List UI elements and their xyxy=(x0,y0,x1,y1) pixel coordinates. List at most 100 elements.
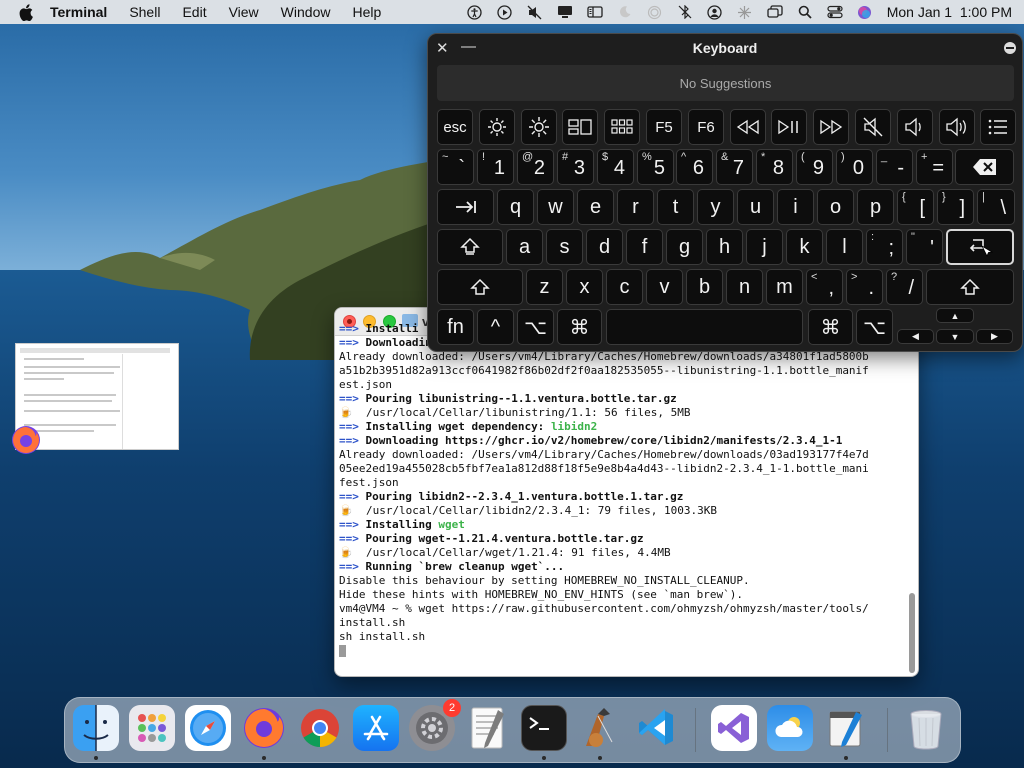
firefox-icon[interactable] xyxy=(241,705,287,751)
tab-key[interactable] xyxy=(437,189,494,225)
key-punct-bottom-1[interactable]: >. xyxy=(846,269,883,305)
mute-key-key[interactable] xyxy=(855,109,891,145)
key-punct-0[interactable]: {[ xyxy=(897,189,934,225)
network-icon[interactable] xyxy=(737,5,753,19)
app-store-icon[interactable] xyxy=(353,705,399,751)
key-r[interactable]: r xyxy=(617,189,654,225)
siri-icon[interactable] xyxy=(857,5,873,19)
delete-key[interactable] xyxy=(955,149,1014,185)
launchpad-icon[interactable] xyxy=(129,705,175,751)
key-d[interactable]: d xyxy=(586,229,623,265)
key-digit-5[interactable]: % 5 xyxy=(637,149,674,185)
key-n[interactable]: n xyxy=(726,269,763,305)
key-punct-2[interactable]: | \ xyxy=(977,189,1015,225)
left-command-key[interactable]: ⌘ xyxy=(557,309,602,345)
key-digit-7[interactable]: & 7 xyxy=(716,149,753,185)
key-digit-8[interactable]: * 8 xyxy=(756,149,793,185)
key-punct-home-1[interactable]: " ' xyxy=(906,229,943,265)
key-j[interactable]: j xyxy=(746,229,783,265)
key-digit-11[interactable]: _ - xyxy=(876,149,913,185)
window-switch-icon[interactable] xyxy=(767,5,783,19)
control-center-icon[interactable] xyxy=(827,5,843,19)
caps-lock-key[interactable] xyxy=(437,229,503,265)
key-h[interactable]: h xyxy=(706,229,743,265)
down-arrow-key[interactable]: ▼ xyxy=(936,329,974,344)
key-punct-bottom-0[interactable]: <, xyxy=(806,269,843,305)
menu-bar-clock[interactable]: Mon Jan 1 1:00 PM xyxy=(887,4,1012,20)
key-g[interactable]: g xyxy=(666,229,703,265)
escape-key[interactable]: esc xyxy=(437,109,473,145)
menu-view[interactable]: View xyxy=(229,4,259,20)
bluetooth-off-icon[interactable] xyxy=(677,5,693,19)
do-not-disturb-icon[interactable] xyxy=(617,5,633,19)
instruments-icon[interactable] xyxy=(577,705,623,751)
right-command-key[interactable]: ⌘ xyxy=(808,309,853,345)
key-v[interactable]: v xyxy=(646,269,683,305)
key-m[interactable]: m xyxy=(766,269,803,305)
apple-menu-icon[interactable] xyxy=(16,2,36,22)
weather-icon[interactable] xyxy=(767,705,813,751)
key-digit-12[interactable]: + = xyxy=(916,149,953,185)
keyboard-options-icon[interactable] xyxy=(1004,42,1016,54)
display-icon[interactable] xyxy=(557,5,573,19)
user-account-icon[interactable] xyxy=(707,4,723,20)
vscode-icon[interactable] xyxy=(633,705,679,751)
left-option-key[interactable]: ⌥ xyxy=(517,309,554,345)
keyboard-titlebar[interactable]: ✕ — Keyboard xyxy=(428,34,1022,62)
system-preferences-icon[interactable]: 2 xyxy=(409,699,461,751)
menu-help[interactable]: Help xyxy=(352,4,381,20)
terminal-scrollbar[interactable] xyxy=(909,593,915,673)
accessibility-icon[interactable] xyxy=(467,4,483,20)
key-q[interactable]: q xyxy=(497,189,534,225)
play-pause-key[interactable] xyxy=(771,109,807,145)
key-k[interactable]: k xyxy=(786,229,823,265)
list-key[interactable] xyxy=(980,109,1016,145)
terminal-icon[interactable] xyxy=(521,705,567,751)
right-option-key[interactable]: ⌥ xyxy=(856,309,893,345)
mission-control-key[interactable] xyxy=(562,109,598,145)
key-x[interactable]: x xyxy=(566,269,603,305)
key-c[interactable]: c xyxy=(606,269,643,305)
key-digit-10[interactable]: ) 0 xyxy=(836,149,873,185)
terminal-output[interactable]: ==> Installi ==> Downloading https://ghc… xyxy=(339,322,904,676)
textedit-icon[interactable] xyxy=(465,705,511,751)
menu-app-name[interactable]: Terminal xyxy=(50,4,107,20)
key-digit-3[interactable]: #3 xyxy=(557,149,594,185)
key-b[interactable]: b xyxy=(686,269,723,305)
key-punct-home-0[interactable]: :; xyxy=(866,229,903,265)
menu-window[interactable]: Window xyxy=(281,4,331,20)
key-p[interactable]: p xyxy=(857,189,894,225)
right-shift-key[interactable] xyxy=(926,269,1014,305)
key-w[interactable]: w xyxy=(537,189,574,225)
key-z[interactable]: z xyxy=(526,269,563,305)
key-digit-4[interactable]: $4 xyxy=(597,149,634,185)
key-l[interactable]: l xyxy=(826,229,863,265)
key-a[interactable]: a xyxy=(506,229,543,265)
key-digit-2[interactable]: @2 xyxy=(517,149,554,185)
volume-up-key[interactable] xyxy=(939,109,975,145)
terminal-prompt-line[interactable] xyxy=(339,644,869,658)
control-key[interactable]: ^ xyxy=(477,309,514,345)
safari-icon[interactable] xyxy=(185,705,231,751)
key-digit-6[interactable]: ^ 6 xyxy=(676,149,713,185)
chrome-icon[interactable] xyxy=(297,705,343,751)
brightness-up-key[interactable] xyxy=(521,109,557,145)
key-punct-bottom-2[interactable]: ? / xyxy=(886,269,923,305)
key-y[interactable]: y xyxy=(697,189,734,225)
return-key[interactable] xyxy=(946,229,1014,265)
key-f[interactable]: f xyxy=(626,229,663,265)
finder-icon[interactable] xyxy=(73,705,119,751)
launchpad-key-key[interactable] xyxy=(604,109,640,145)
left-shift-key[interactable] xyxy=(437,269,523,305)
menu-shell[interactable]: Shell xyxy=(129,4,160,20)
rewind-key[interactable] xyxy=(730,109,766,145)
key-u[interactable]: u xyxy=(737,189,774,225)
sidebar-icon[interactable] xyxy=(587,5,603,19)
key-f6[interactable]: F6 xyxy=(688,109,724,145)
volume-down-key[interactable] xyxy=(897,109,933,145)
mute-icon[interactable] xyxy=(527,5,543,19)
key-backtick[interactable]: ~ ` xyxy=(437,149,474,185)
visual-studio-icon[interactable] xyxy=(711,705,757,751)
fn-key[interactable]: fn xyxy=(437,309,474,345)
left-arrow-key[interactable]: ◀ xyxy=(897,329,934,344)
